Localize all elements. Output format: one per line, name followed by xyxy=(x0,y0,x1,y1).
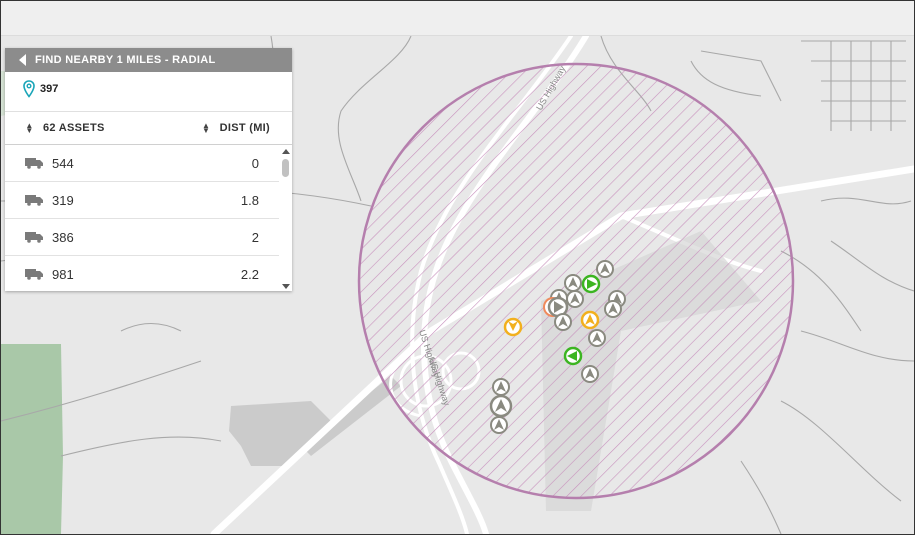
asset-marker-gray[interactable] xyxy=(564,274,582,292)
find-nearby-panel: FIND NEARBY 1 MILES - RADIAL 397 ▲ ▼ 62 A… xyxy=(5,48,292,291)
list-item[interactable]: 544 0 xyxy=(5,145,279,182)
back-arrow-icon[interactable] xyxy=(19,54,26,66)
app-frame: US Highway US Highway US Highway FIND NE… xyxy=(0,0,915,535)
asset-distance: 2.2 xyxy=(240,266,259,282)
asset-marker-gray[interactable] xyxy=(604,300,622,318)
asset-marker-gray[interactable] xyxy=(581,365,599,383)
asset-marker-green[interactable] xyxy=(563,346,583,366)
asset-marker-gray[interactable] xyxy=(489,394,513,418)
scroll-down-arrow-icon[interactable] xyxy=(282,284,290,289)
asset-marker-gray[interactable] xyxy=(554,313,572,331)
truck-icon xyxy=(25,157,43,169)
sort-distance-button[interactable]: ▲ ▼ DIST (MI) xyxy=(202,121,270,135)
panel-header: FIND NEARBY 1 MILES - RADIAL xyxy=(5,48,292,72)
asset-marker-yellow[interactable] xyxy=(580,310,600,330)
asset-marker-gray[interactable] xyxy=(490,416,508,434)
sort-icon: ▲ ▼ xyxy=(25,121,34,135)
list-item[interactable]: 386 2 xyxy=(5,219,279,256)
asset-name: 544 xyxy=(52,155,74,171)
truck-icon xyxy=(25,268,43,280)
panel-title: FIND NEARBY 1 MILES - RADIAL xyxy=(35,54,216,66)
asset-marker-gray[interactable] xyxy=(596,260,614,278)
asset-name: 386 xyxy=(52,229,74,245)
asset-distance: 1.8 xyxy=(240,192,259,208)
selected-location: 397 xyxy=(5,72,292,112)
asset-marker-gray[interactable] xyxy=(566,290,584,308)
top-toolbar xyxy=(1,1,914,36)
asset-distance: 0 xyxy=(251,155,259,171)
asset-name: 319 xyxy=(52,192,74,208)
asset-marker-green[interactable] xyxy=(581,274,601,294)
asset-name: 981 xyxy=(52,266,74,282)
asset-marker-yellow[interactable] xyxy=(503,317,523,337)
asset-list: 544 0 319 1.8 386 2 981 2.2 xyxy=(5,145,292,291)
list-scrollbar[interactable] xyxy=(279,145,291,291)
truck-icon xyxy=(25,231,43,243)
list-item[interactable]: 981 2.2 xyxy=(5,256,279,291)
location-pin-icon xyxy=(23,80,35,98)
truck-icon xyxy=(25,194,43,206)
list-item[interactable]: 319 1.8 xyxy=(5,182,279,219)
sort-icon: ▲ ▼ xyxy=(202,121,211,135)
scrollbar-thumb[interactable] xyxy=(282,159,289,177)
distance-header: DIST (MI) xyxy=(219,122,270,134)
asset-marker-gray[interactable] xyxy=(492,378,510,396)
list-header: ▲ ▼ 62 ASSETS ▲ ▼ DIST (MI) xyxy=(5,112,292,145)
asset-marker-gray[interactable] xyxy=(588,329,606,347)
assets-count-header: 62 ASSETS xyxy=(43,122,105,134)
location-label: 397 xyxy=(40,83,59,95)
scroll-up-arrow-icon[interactable] xyxy=(282,149,290,154)
sort-assets-button[interactable]: ▲ ▼ 62 ASSETS xyxy=(25,121,105,135)
park-area xyxy=(1,344,63,534)
asset-distance: 2 xyxy=(251,229,259,245)
